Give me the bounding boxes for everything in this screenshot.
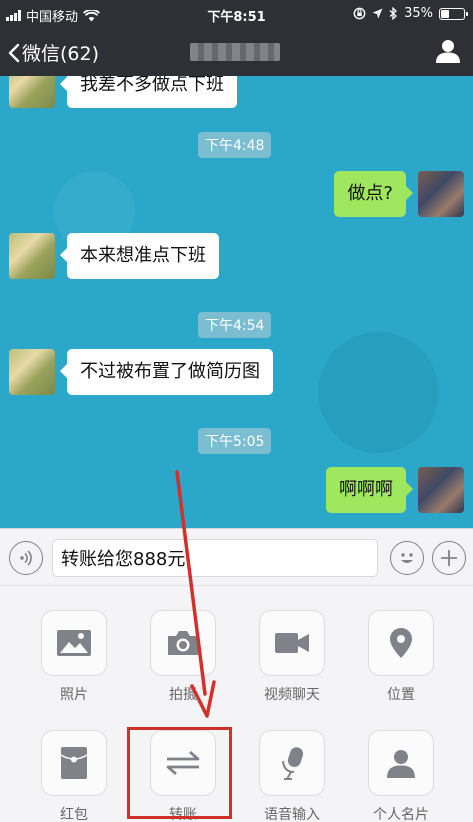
location-icon <box>390 628 412 658</box>
my-avatar[interactable] <box>418 467 464 513</box>
tool-voice-input[interactable]: 语音输入 <box>256 730 328 822</box>
tool-label: 转账 <box>169 807 197 822</box>
back-button[interactable]: 微信(62) <box>8 39 99 66</box>
tools-panel: 照片 拍摄 视频聊天 位置 红包 转账 语音输入 个人名片 <box>0 586 473 822</box>
message-row: 啊啊啊 <box>326 467 464 513</box>
contact-avatar[interactable] <box>9 233 55 279</box>
voice-icon <box>20 550 32 566</box>
message-row: 不过被布置了做简历图 <box>9 349 273 395</box>
tool-camera[interactable]: 拍摄 <box>147 610 219 704</box>
chat-area[interactable]: 我差不多做点下班 下午4:48 做点? 本来想准点下班 下午4:54 不过被布置… <box>0 76 473 528</box>
time-stamp: 下午4:48 <box>198 132 272 158</box>
tool-location[interactable]: 位置 <box>365 610 437 704</box>
microphone-icon <box>282 747 304 780</box>
nav-bar: 微信(62) <box>0 28 473 76</box>
message-bubble[interactable]: 不过被布置了做简历图 <box>60 349 273 395</box>
red-packet-icon <box>60 747 88 779</box>
message-row: 我差不多做点下班 <box>9 76 237 108</box>
chevron-left-icon <box>8 43 20 62</box>
tool-label: 语音输入 <box>264 807 320 822</box>
tool-label: 照片 <box>60 687 88 703</box>
video-icon <box>275 633 309 653</box>
battery-level <box>441 9 449 18</box>
profile-icon[interactable] <box>435 38 461 64</box>
tool-label: 视频聊天 <box>264 687 320 703</box>
message-bubble[interactable]: 啊啊啊 <box>326 467 413 513</box>
time-stamp: 下午4:54 <box>198 312 272 338</box>
tool-transfer[interactable]: 转账 <box>147 730 219 822</box>
message-input[interactable] <box>52 539 378 577</box>
message-row: 本来想准点下班 <box>9 233 219 279</box>
emoji-button[interactable] <box>390 541 424 575</box>
location-arrow-icon <box>372 8 383 19</box>
status-bar: 中国移动 下午8:51 35% <box>0 0 473 28</box>
my-avatar[interactable] <box>418 171 464 217</box>
battery-icon <box>439 7 468 20</box>
message-bubble[interactable]: 做点? <box>334 171 413 217</box>
transfer-icon <box>166 750 200 776</box>
tool-label: 拍摄 <box>169 687 197 703</box>
plus-icon <box>441 550 457 566</box>
camera-icon <box>168 631 198 655</box>
tool-label: 个人名片 <box>373 807 429 822</box>
message-bubble[interactable]: 本来想准点下班 <box>60 233 219 279</box>
emoji-icon <box>401 553 413 563</box>
contact-name-blurred <box>190 43 280 61</box>
tool-contact-card[interactable]: 个人名片 <box>365 730 437 822</box>
voice-toggle-button[interactable] <box>9 541 43 575</box>
photo-icon <box>57 630 91 656</box>
rotation-lock-icon <box>353 7 366 20</box>
contact-card-icon <box>387 750 415 778</box>
tool-label: 位置 <box>387 687 415 703</box>
tool-video-call[interactable]: 视频聊天 <box>256 610 328 704</box>
message-row: 做点? <box>334 171 464 217</box>
input-bar <box>0 528 473 586</box>
tool-red-packet[interactable]: 红包 <box>38 730 110 822</box>
more-button[interactable] <box>432 541 466 575</box>
contact-avatar[interactable] <box>9 76 55 108</box>
back-label: 微信(62) <box>22 43 100 65</box>
tool-photo[interactable]: 照片 <box>38 610 110 704</box>
time-stamp: 下午5:05 <box>198 428 272 454</box>
contact-avatar[interactable] <box>9 349 55 395</box>
bluetooth-icon <box>389 7 398 20</box>
message-bubble[interactable]: 我差不多做点下班 <box>60 76 237 108</box>
tool-label: 红包 <box>60 807 88 822</box>
battery-percent: 35% <box>404 6 433 21</box>
